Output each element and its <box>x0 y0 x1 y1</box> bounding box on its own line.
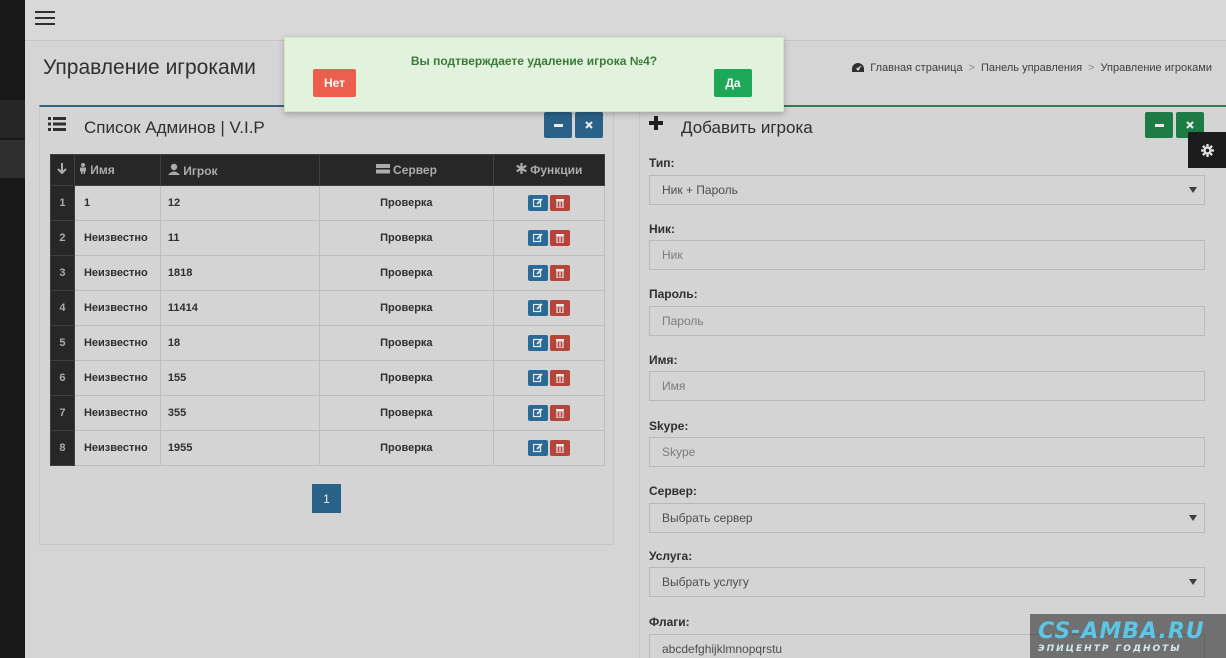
watermark-logo: CS-AMBA.RU <box>1038 619 1205 644</box>
watermark: CS-AMBA.RU ЭПИЦЕНТР ГОДНОТЫ <box>1030 614 1226 658</box>
no-button[interactable]: Нет <box>313 69 356 97</box>
confirm-delete-dialog: Вы подтверждаете удаление игрока №4? Нет… <box>284 37 784 112</box>
dialog-message: Вы подтверждаете удаление игрока №4? <box>410 54 658 68</box>
yes-button[interactable]: Да <box>714 69 752 97</box>
watermark-tagline: ЭПИЦЕНТР ГОДНОТЫ <box>1038 644 1182 654</box>
